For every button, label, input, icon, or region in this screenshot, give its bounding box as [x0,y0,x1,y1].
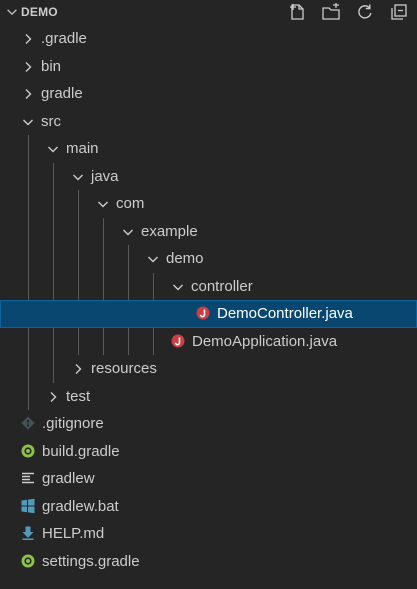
tree-file[interactable]: gradlew [0,465,417,493]
chevron-down-icon[interactable] [120,224,136,240]
markdown-download-icon [22,526,34,540]
tree-item-label: .gitignore [42,415,104,432]
tree-folder[interactable]: main [0,135,417,163]
tree-folder[interactable]: example [0,218,417,246]
section-title: DEMO [21,5,58,19]
chevron-down-icon[interactable] [170,279,186,295]
tree-item-label: DemoController.java [217,305,353,322]
tree-item-label: DemoApplication.java [192,332,338,350]
new-file-icon [290,4,304,20]
tree-folder[interactable]: demo [0,245,417,273]
new-file-button[interactable] [285,2,309,22]
tree-item-label: example [141,222,198,240]
explorer-section-header[interactable]: DEMO [0,0,417,24]
git-icon [21,416,35,430]
tree-item-label: java [91,167,119,185]
chevron-down-icon[interactable] [70,169,86,185]
tree-item-label: bin [41,57,62,75]
tree-file[interactable]: build.gradle [0,438,417,466]
windows-icon [21,498,35,513]
file-explorer: DEMO .gradle bin gradle src main java co… [0,0,417,589]
tree-folder[interactable]: .gradle [0,25,417,53]
tree-file[interactable]: DemoApplication.java [0,328,417,356]
tree-file[interactable]: settings.gradle [0,548,417,576]
collapse-all-button[interactable] [387,2,411,22]
tree-item-label: resources [91,360,157,377]
tree-folder[interactable]: java [0,163,417,191]
tree-file[interactable]: gradlew.bat [0,493,417,521]
tree-item-label: .gradle [41,30,87,47]
chevron-down-icon[interactable] [45,141,61,157]
tree-item-label: HELP.md [42,525,105,542]
chevron-down-icon[interactable] [145,251,161,267]
chevron-down-icon[interactable] [95,196,111,212]
tree-folder[interactable]: gradle [0,80,417,108]
gradle-icon [21,554,35,567]
chevron-right-icon[interactable] [20,59,36,75]
tree-file[interactable]: .gitignore [0,410,417,438]
tree-folder[interactable]: resources [0,355,417,383]
tree-folder[interactable]: bin [0,53,417,81]
new-folder-button[interactable] [319,2,343,22]
tree-folder[interactable]: com [0,190,417,218]
collapse-all-icon [391,4,407,20]
refresh-icon [358,4,372,19]
new-folder-icon [322,3,340,20]
gradle-icon [21,444,35,457]
tree-item-label: settings.gradle [42,552,140,570]
chevron-down-icon [7,9,17,16]
tree-item-label: src [41,112,61,130]
tree-folder[interactable]: src [0,108,417,136]
tree-item-label: controller [191,277,253,295]
tree-item-label: main [66,140,99,157]
java-icon [171,334,185,347]
tree-folder[interactable]: test [0,383,417,411]
tree-item-label: com [116,195,145,212]
chevron-right-icon[interactable] [20,86,36,102]
tree-item-label: gradle [41,85,83,102]
tree-item-label: demo [166,250,204,267]
tree-item-label: gradlew.bat [42,497,119,515]
text-lines-icon [22,472,34,484]
chevron-right-icon[interactable] [20,31,36,47]
chevron-right-icon[interactable] [45,389,61,405]
tree-folder[interactable]: controller [0,273,417,301]
chevron-down-icon[interactable] [20,114,36,130]
chevron-right-icon[interactable] [70,361,86,377]
java-icon [196,306,210,320]
tree-item-label: test [66,387,91,405]
tree-file[interactable]: HELP.md [0,520,417,548]
explorer-actions [285,2,411,22]
tree-item-label: build.gradle [42,442,120,460]
refresh-button[interactable] [353,2,377,22]
tree-item-label: gradlew [42,470,95,487]
tree-file[interactable]: DemoController.java [0,300,417,328]
